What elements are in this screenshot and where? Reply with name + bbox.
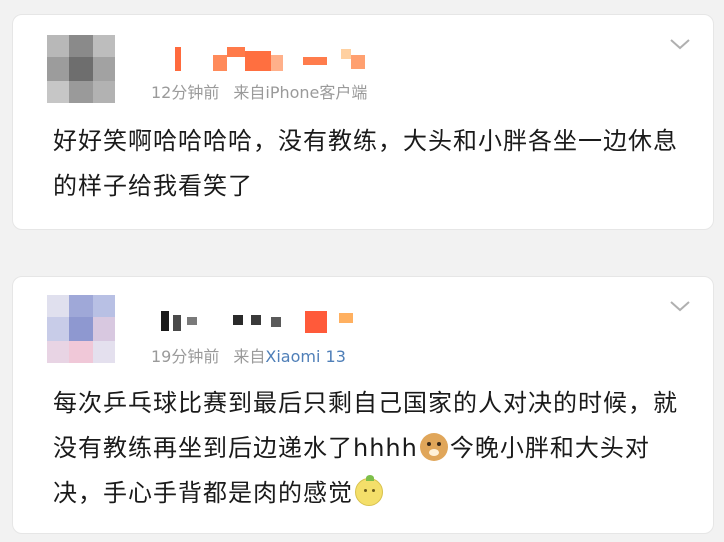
post-text: 好好笑啊哈哈哈哈，没有教练，大头和小胖各坐一边休息的样子给我看笑了	[53, 127, 678, 200]
doge-emoji-icon	[419, 433, 448, 461]
chevron-down-icon[interactable]	[669, 37, 691, 51]
username[interactable]	[153, 47, 393, 73]
lemon-emoji-icon	[355, 475, 383, 506]
post-source-device[interactable]: Xiaomi 13	[265, 347, 345, 366]
post-meta: 12分钟前 来自iPhone客户端	[151, 79, 381, 103]
post-card: 12分钟前 来自iPhone客户端 好好笑啊哈哈哈哈，没有教练，大头和小胖各坐一边…	[12, 14, 714, 230]
post-card: 19分钟前 来自Xiaomi 13 每次乒乓球比赛到最后只剩自己国家的人对决的时候…	[12, 276, 714, 534]
avatar[interactable]	[47, 295, 115, 363]
post-time: 19分钟前	[151, 347, 220, 366]
post-text: 每次乒乓球比赛到最后只剩自己国家的人对决的时候，就没有教练再坐到后边递水了hhh…	[53, 381, 687, 516]
post-meta: 19分钟前 来自Xiaomi 13	[151, 343, 360, 367]
avatar[interactable]	[47, 35, 115, 103]
chevron-down-icon[interactable]	[669, 299, 691, 313]
post-source: 来自iPhone客户端	[233, 83, 368, 102]
post-time: 12分钟前	[151, 83, 220, 102]
username[interactable]	[153, 311, 393, 337]
post-source-prefix: 来自	[233, 347, 266, 366]
